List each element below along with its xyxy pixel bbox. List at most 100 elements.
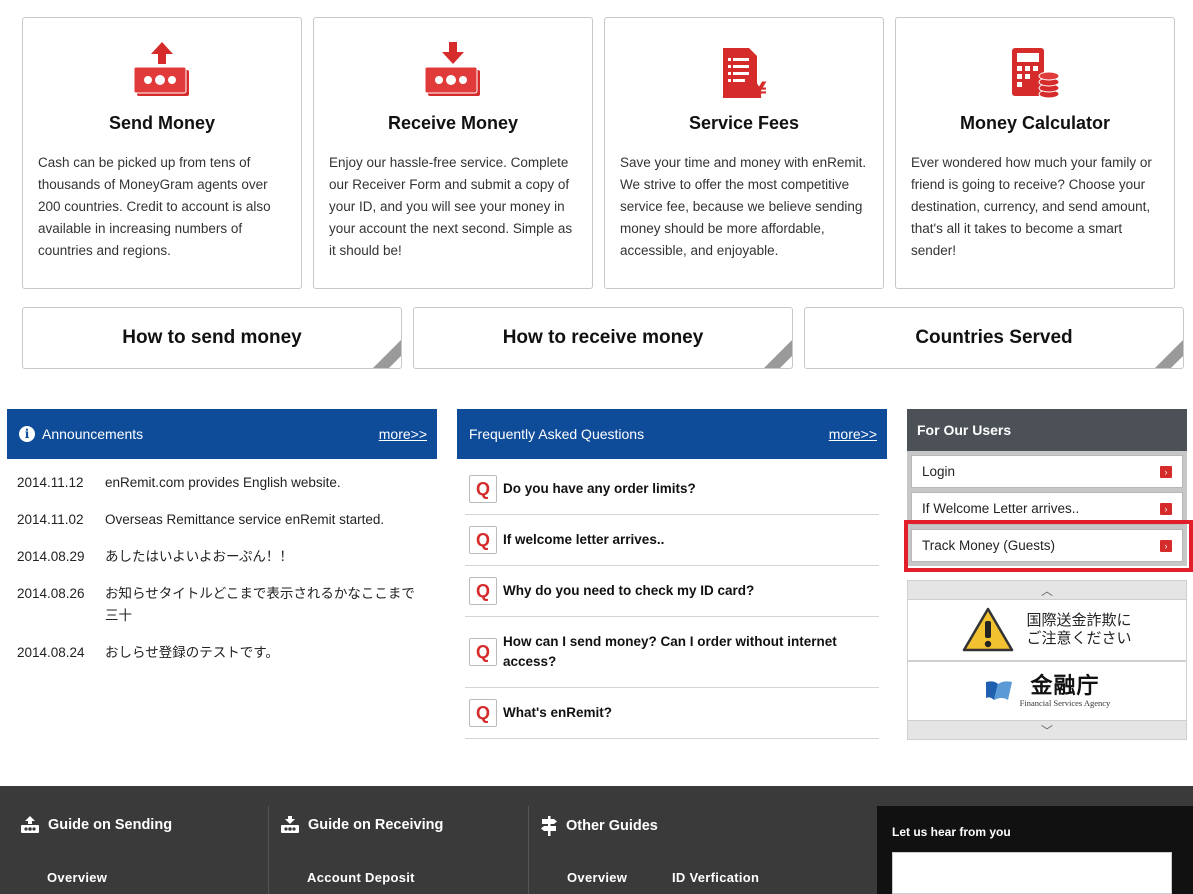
fsa-subtitle: Financial Services Agency xyxy=(1019,698,1111,708)
welcome-letter-link[interactable]: If Welcome Letter arrives.. › xyxy=(911,492,1183,525)
footer-account-deposit-link[interactable]: Account Deposit xyxy=(307,870,415,885)
receive-money-icon xyxy=(281,816,299,833)
feature-cards: Send Money Cash can be picked up from te… xyxy=(22,17,1175,289)
question-icon: Q xyxy=(469,577,497,605)
faq-header: Frequently Asked Questions more>> xyxy=(457,409,887,459)
footer-receiving-heading: Guide on Receiving xyxy=(280,816,443,834)
announcement-date: 2014.11.02 xyxy=(17,512,84,527)
footer-divider xyxy=(528,806,529,894)
feedback-input[interactable] xyxy=(892,852,1172,894)
faq-item[interactable]: Q Do you have any order limits? xyxy=(465,464,879,515)
faq-question[interactable]: What's enRemit? xyxy=(503,703,612,723)
fraud-warning-banner[interactable]: 国際送金詐欺に ご注意ください xyxy=(907,600,1187,660)
faq-item[interactable]: Q How can I send money? Can I order witho… xyxy=(465,617,879,688)
footer-other-heading: Other Guides xyxy=(540,816,658,836)
faq-panel: Frequently Asked Questions more>> Q Do yo… xyxy=(457,409,887,739)
announcements-more-link[interactable]: more>> xyxy=(379,426,427,442)
announcement-text[interactable]: Overseas Remittance service enRemit star… xyxy=(105,509,425,531)
card-title: Send Money xyxy=(108,113,215,133)
footer-id-verification-link[interactable]: ID Verfication xyxy=(672,870,759,885)
faq-question[interactable]: Do you have any order limits? xyxy=(503,479,696,499)
chevron-right-icon: › xyxy=(1160,502,1172,515)
service-fees-icon: ¥ xyxy=(620,18,868,110)
corner-arrow-icon xyxy=(373,340,401,368)
carousel-up-button[interactable]: ︿ xyxy=(907,580,1187,600)
info-icon: i xyxy=(19,426,35,442)
card-text: Ever wondered how much your family or fr… xyxy=(911,155,1152,258)
card-receive-money[interactable]: Receive Money Enjoy our hassle-free serv… xyxy=(313,17,593,289)
card-title: Money Calculator xyxy=(959,113,1111,133)
announcements-header: i Announcements more>> xyxy=(7,409,437,459)
footer-sending-heading: Guide on Sending xyxy=(20,816,172,834)
footer-divider xyxy=(268,806,269,894)
list-item[interactable]: 2014.11.12 enRemit.com provides English w… xyxy=(7,472,437,494)
faq-question[interactable]: Why do you need to check my ID card? xyxy=(503,581,754,601)
users-menu: Login › If Welcome Letter arrives.. › Trac… xyxy=(907,451,1187,566)
announcements-panel: i Announcements more>> 2014.11.12 enRemit… xyxy=(7,409,437,679)
warning-icon xyxy=(963,607,1014,652)
page: Send Money Cash can be picked up from te… xyxy=(0,0,1193,894)
faq-item[interactable]: Q If welcome letter arrives.. xyxy=(465,515,879,566)
send-money-icon xyxy=(21,816,39,833)
track-money-link[interactable]: Track Money (Guests) › xyxy=(911,529,1183,562)
card-text: Enjoy our hassle-free service. Complete … xyxy=(329,155,573,258)
card-service-fees[interactable]: ¥ Service Fees Save your time and money … xyxy=(604,17,884,289)
login-link[interactable]: Login › xyxy=(911,455,1183,488)
faq-item[interactable]: Q What's enRemit? xyxy=(465,688,879,739)
guide-links: How to send money How to receive money C… xyxy=(22,307,1184,369)
how-to-send-button[interactable]: How to send money xyxy=(22,307,402,369)
announcement-date: 2014.08.24 xyxy=(17,645,85,660)
footer-other-title: Other Guides xyxy=(566,818,658,834)
announcement-text[interactable]: enRemit.com provides English website. xyxy=(105,472,425,494)
warning-line-1: 国際送金詐欺に xyxy=(1026,612,1132,629)
announcement-date: 2014.08.29 xyxy=(17,549,85,564)
footer-receiving-title: Guide on Receiving xyxy=(308,817,444,833)
list-item[interactable]: 2014.08.29 あしたはいよいよおーぷん！！ xyxy=(7,546,437,568)
question-icon: Q xyxy=(469,699,497,727)
signpost-icon xyxy=(541,816,557,836)
welcome-letter-label: If Welcome Letter arrives.. xyxy=(922,501,1080,516)
announcement-text[interactable]: おしらせ登録のテストです。 xyxy=(105,642,425,664)
question-icon: Q xyxy=(469,526,497,554)
users-panel: For Our Users Login › If Welcome Letter a… xyxy=(907,409,1187,566)
announcement-date: 2014.11.12 xyxy=(17,475,84,490)
faq-question[interactable]: If welcome letter arrives.. xyxy=(503,530,664,550)
footer-sending-overview-link[interactable]: Overview xyxy=(47,870,107,885)
announcement-text[interactable]: あしたはいよいよおーぷん！！ xyxy=(105,546,425,568)
card-text: Save your time and money with enRemit. W… xyxy=(620,155,867,258)
send-money-icon xyxy=(38,18,286,110)
card-send-money[interactable]: Send Money Cash can be picked up from te… xyxy=(22,17,302,289)
card-title: Service Fees xyxy=(688,113,800,133)
card-text: Cash can be picked up from tens of thous… xyxy=(38,155,271,258)
corner-arrow-icon xyxy=(764,340,792,368)
corner-arrow-icon xyxy=(1155,340,1183,368)
card-money-calculator[interactable]: Money Calculator Ever wondered how much … xyxy=(895,17,1175,289)
card-title: Receive Money xyxy=(387,113,519,133)
announcement-text[interactable]: お知らせタイトルどこまで表示されるかなここまで三十 xyxy=(105,583,425,627)
chevron-down-icon: ﹀ xyxy=(1040,723,1053,738)
carousel-down-button[interactable]: ﹀ xyxy=(907,720,1187,740)
how-to-receive-button[interactable]: How to receive money xyxy=(413,307,793,369)
chevron-up-icon: ︿ xyxy=(1040,583,1053,598)
svg-text:¥: ¥ xyxy=(751,79,767,102)
announcements-list: 2014.11.12 enRemit.com provides English w… xyxy=(7,459,437,664)
feedback-panel: Let us hear from you xyxy=(877,806,1193,894)
faq-title: Frequently Asked Questions xyxy=(469,426,645,442)
faq-item[interactable]: Q Why do you need to check my ID card? xyxy=(465,566,879,617)
fsa-banner[interactable]: 金融庁 Financial Services Agency xyxy=(907,660,1187,720)
footer-other-overview-link[interactable]: Overview xyxy=(567,870,627,885)
countries-served-button[interactable]: Countries Served xyxy=(804,307,1184,369)
how-to-receive-label: How to receive money xyxy=(502,327,704,348)
list-item[interactable]: 2014.08.26 お知らせタイトルどこまで表示されるかなここまで三十 xyxy=(7,583,437,627)
users-title: For Our Users xyxy=(907,409,1187,451)
feedback-label: Let us hear from you xyxy=(892,825,1011,839)
chevron-right-icon: › xyxy=(1160,465,1172,478)
announcements-title: Announcements xyxy=(42,426,144,442)
footer-sending-title: Guide on Sending xyxy=(48,817,173,833)
faq-question[interactable]: How can I send money? Can I order withou… xyxy=(503,632,875,672)
list-item[interactable]: 2014.11.02 Overseas Remittance service en… xyxy=(7,509,437,531)
list-item[interactable]: 2014.08.24 おしらせ登録のテストです。 xyxy=(7,642,437,664)
login-label: Login xyxy=(922,464,956,479)
track-money-label: Track Money (Guests) xyxy=(922,538,1056,553)
faq-more-link[interactable]: more>> xyxy=(829,426,877,442)
